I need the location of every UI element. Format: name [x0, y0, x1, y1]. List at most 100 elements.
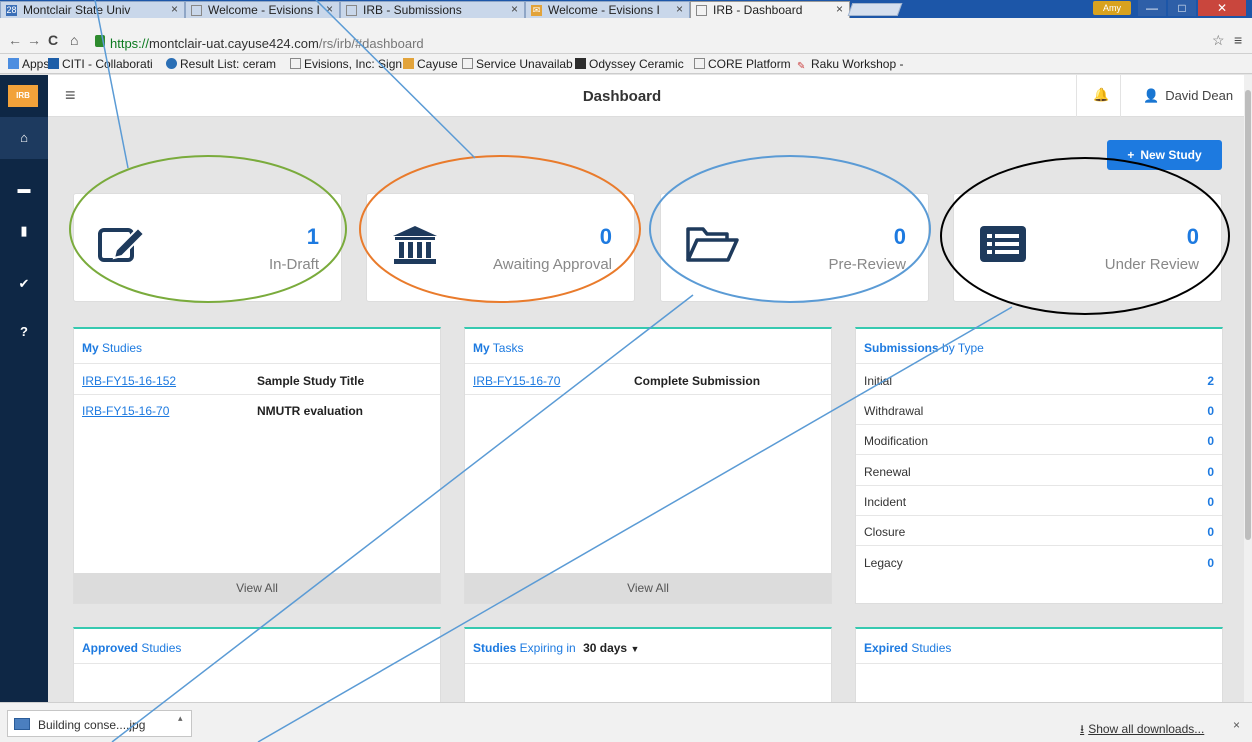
type-count[interactable]: 0: [1207, 556, 1214, 570]
browser-tab[interactable]: ✉ Welcome - Evisions I ×: [525, 1, 690, 18]
close-tab-icon[interactable]: ×: [511, 2, 518, 16]
image-file-icon: [14, 718, 30, 730]
user-menu[interactable]: 👤 David Dean: [1143, 88, 1233, 104]
stat-card-awaiting-approval[interactable]: 0 Awaiting Approval: [366, 193, 635, 302]
menu-icon[interactable]: ≡: [1234, 32, 1242, 48]
download-item[interactable]: Building conse....jpg ▴: [7, 710, 192, 737]
divider: [74, 363, 440, 364]
page-title: Dashboard: [582, 88, 662, 105]
type-count[interactable]: 0: [1207, 525, 1214, 539]
sidebar-document-icon[interactable]: ▮: [0, 223, 48, 239]
profile-badge[interactable]: Amy: [1093, 1, 1131, 15]
bookmark-cayuse[interactable]: Cayuse: [403, 57, 458, 71]
browser-tab[interactable]: Welcome - Evisions I ×: [185, 1, 340, 18]
divider: [74, 663, 440, 664]
browser-tab[interactable]: IRB - Submissions ×: [340, 1, 525, 18]
bookmark-citi[interactable]: CITI - Collaborati: [48, 57, 153, 71]
divider: [856, 545, 1222, 546]
study-title: NMUTR evaluation: [257, 404, 364, 418]
forward-icon[interactable]: →: [27, 32, 41, 48]
address-bar: ← → C ⌂ https://montclair-uat.cayuse424.…: [0, 18, 1252, 54]
user-icon: 👤: [1143, 88, 1160, 103]
type-label: Modification: [864, 434, 929, 448]
stat-card-pre-review[interactable]: 0 Pre-Review: [660, 193, 929, 302]
bookmark-evisions[interactable]: Evisions, Inc: Sign: [290, 57, 402, 71]
bookmark-apps[interactable]: Apps: [8, 57, 49, 71]
back-icon[interactable]: ←: [8, 32, 22, 48]
divider: [465, 394, 831, 395]
type-label: Initial: [864, 374, 893, 388]
close-tab-icon[interactable]: ×: [676, 2, 683, 16]
type-count[interactable]: 2: [1207, 374, 1214, 388]
download-file-name: Building conse....jpg: [38, 718, 146, 732]
close-window-icon[interactable]: ✕: [1198, 0, 1246, 16]
studies-expiring-panel: Studies Expiring in 30 days ▼: [464, 627, 832, 707]
type-count[interactable]: 0: [1207, 434, 1214, 448]
minimize-icon[interactable]: —: [1138, 0, 1166, 16]
browser-tab-active[interactable]: IRB - Dashboard ×: [690, 1, 850, 18]
close-tab-icon[interactable]: ×: [326, 2, 333, 16]
page-icon: [462, 58, 473, 69]
my-studies-panel: My Studies IRB-FY15-16-152 Sample Study …: [73, 327, 441, 604]
new-tab-button[interactable]: [847, 3, 903, 16]
bookmark-core[interactable]: CORE Platform: [694, 57, 791, 71]
divider: [856, 663, 1222, 664]
bell-icon[interactable]: 🔔: [1093, 87, 1109, 103]
bookmark-raku[interactable]: ✎ Raku Workshop -: [797, 57, 903, 72]
period-dropdown[interactable]: 30 days ▼: [583, 641, 639, 655]
sidebar-check-icon[interactable]: ✔: [0, 276, 48, 292]
maximize-icon[interactable]: □: [1168, 0, 1196, 16]
home-icon[interactable]: ⌂: [70, 32, 78, 48]
citi-icon: [48, 58, 59, 69]
browser-tab[interactable]: 28 Montclair State Univ ×: [0, 1, 185, 18]
sidebar-folder-icon[interactable]: ▬: [0, 181, 48, 196]
divider: [465, 363, 831, 364]
divider: [856, 454, 1222, 455]
bookmark-service-unavailable[interactable]: Service Unavailab: [462, 57, 573, 71]
panel-title: Submissions by Type: [864, 341, 984, 355]
type-count[interactable]: 0: [1207, 404, 1214, 418]
downloads-bar: Building conse....jpg ▴ ⭳ Show all downlo…: [0, 702, 1252, 742]
divider: [856, 394, 1222, 395]
url-field[interactable]: https://montclair-uat.cayuse424.com/rs/i…: [110, 36, 424, 51]
divider: [856, 424, 1222, 425]
type-count[interactable]: 0: [1207, 495, 1214, 509]
divider: [856, 363, 1222, 364]
task-link[interactable]: IRB-FY15-16-70: [473, 374, 560, 388]
show-all-downloads-link[interactable]: ⭳ Show all downloads...: [1080, 720, 1204, 741]
stat-card-in-draft[interactable]: 1 In-Draft: [73, 193, 342, 302]
new-study-button[interactable]: + New Study: [1107, 140, 1222, 170]
scrollbar-thumb[interactable]: [1245, 90, 1251, 540]
star-icon[interactable]: ☆: [1212, 32, 1225, 49]
type-label: Withdrawal: [864, 404, 924, 418]
page-icon: [191, 5, 202, 16]
close-tab-icon[interactable]: ×: [836, 2, 843, 16]
sidebar-help-icon[interactable]: ?: [0, 324, 48, 339]
close-downloads-icon[interactable]: ×: [1233, 718, 1240, 732]
type-count[interactable]: 0: [1207, 465, 1214, 479]
bookmark-result-list[interactable]: Result List: ceram: [166, 57, 276, 71]
stat-value: 1: [306, 224, 319, 249]
submissions-by-type-panel: Submissions by Type Initial 2 Withdrawal…: [855, 327, 1223, 604]
divider: [465, 663, 831, 664]
sidebar-home-icon[interactable]: ⌂: [0, 117, 48, 159]
edit-icon: [98, 224, 146, 267]
reload-icon[interactable]: C: [48, 32, 58, 48]
open-folder-icon: [685, 224, 741, 267]
divider: [1076, 75, 1077, 117]
view-all-button[interactable]: View All: [74, 573, 440, 603]
stat-value: 0: [893, 224, 906, 249]
panel-title: My Studies: [82, 341, 143, 355]
bookmark-odyssey[interactable]: Odyssey Ceramic: [575, 57, 684, 71]
view-all-button[interactable]: View All: [465, 573, 831, 603]
approved-studies-panel: Approved Studies: [73, 627, 441, 707]
study-link[interactable]: IRB-FY15-16-70: [82, 404, 169, 418]
caret-up-icon[interactable]: ▴: [178, 713, 183, 724]
caret-down-icon: ▼: [630, 644, 640, 654]
close-tab-icon[interactable]: ×: [171, 2, 178, 16]
study-link[interactable]: IRB-FY15-16-152: [82, 374, 176, 388]
sidebar: ⌂ ▬ ▮ ✔ ?: [0, 117, 48, 702]
type-label: Closure: [864, 525, 906, 539]
stat-card-under-review[interactable]: 0 Under Review: [953, 193, 1222, 302]
type-label: Legacy: [864, 556, 903, 570]
